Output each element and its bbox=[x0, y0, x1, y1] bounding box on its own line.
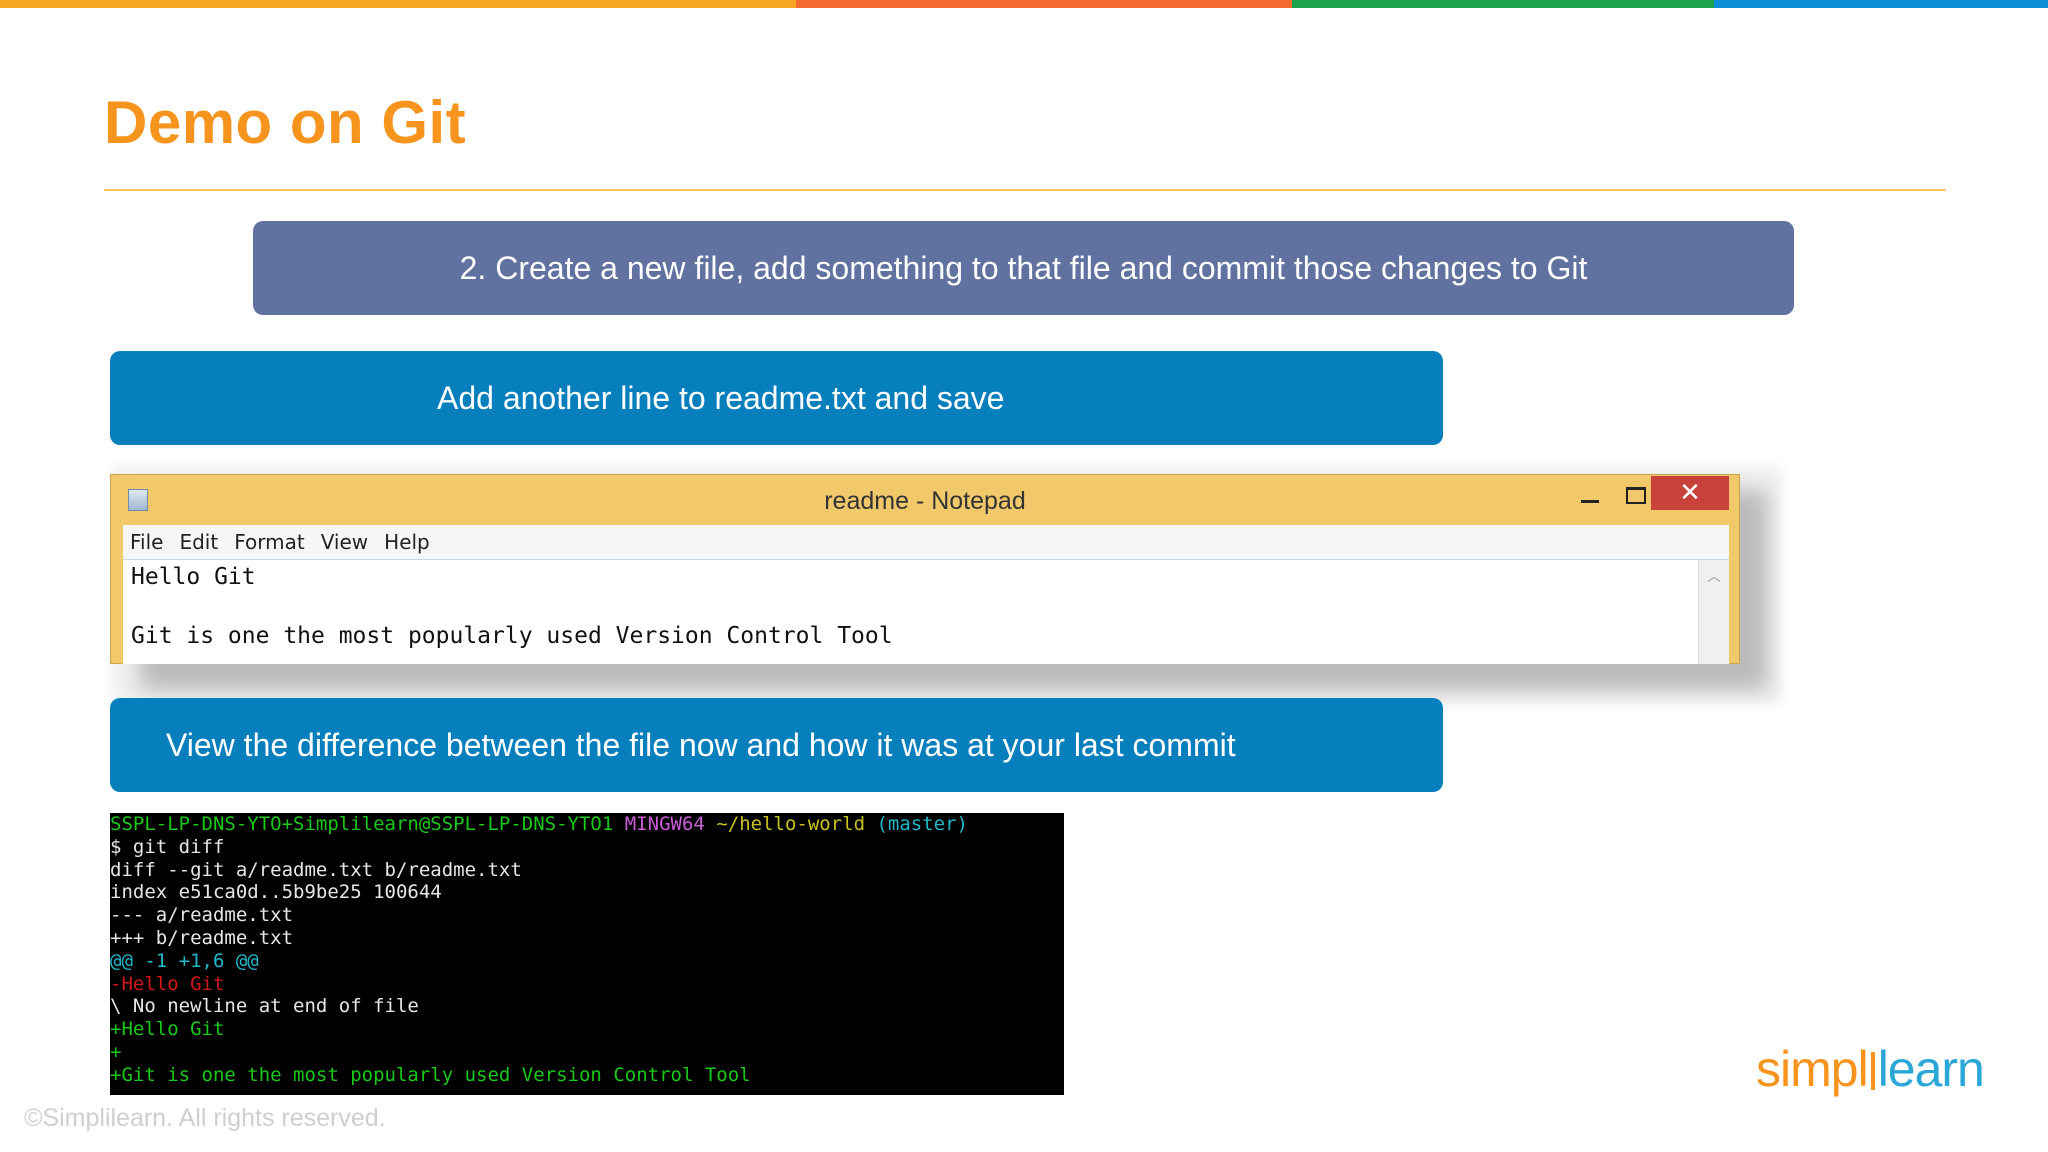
terminal-no-newline: \ No newline at end of file bbox=[110, 995, 419, 1018]
menu-help[interactable]: Help bbox=[384, 530, 430, 554]
simplilearn-logo: simpl learn bbox=[1756, 1041, 1985, 1097]
step-banner: 2. Create a new file, add something to t… bbox=[253, 221, 1794, 315]
minimize-icon[interactable] bbox=[1571, 479, 1607, 509]
notepad-window: readme - Notepad ✕ File Edit Format View… bbox=[110, 474, 1740, 664]
terminal-line: index e51ca0d..5b9be25 100644 bbox=[110, 881, 442, 904]
instruction-text-1: Add another line to readme.txt and save bbox=[437, 379, 1005, 416]
title-divider bbox=[104, 189, 1946, 191]
menu-view[interactable]: View bbox=[321, 530, 368, 554]
instruction-text-2: View the difference between the file now… bbox=[166, 726, 1236, 763]
instruction-box-1: Add another line to readme.txt and save bbox=[110, 351, 1443, 445]
terminal-added-line: + bbox=[110, 1040, 122, 1063]
instruction-box-2: View the difference between the file now… bbox=[110, 698, 1443, 792]
terminal-added-line: +Git is one the most popularly used Vers… bbox=[110, 1063, 751, 1086]
scroll-up-icon[interactable]: ︿ bbox=[1707, 566, 1721, 585]
terminal-line: --- a/readme.txt bbox=[110, 904, 294, 927]
terminal-hunk-header: @@ -1 +1,6 @@ bbox=[110, 949, 259, 972]
notepad-text-area[interactable]: Hello Git Git is one the most popularly … bbox=[123, 560, 1729, 664]
menu-file[interactable]: File bbox=[130, 530, 163, 554]
terminal-added-line: +Hello Git bbox=[110, 1018, 225, 1041]
terminal-line: +++ b/readme.txt bbox=[110, 926, 294, 949]
maximize-icon[interactable] bbox=[1617, 479, 1653, 509]
prompt-path: ~/hello-world bbox=[716, 813, 866, 835]
prompt-env: MINGW64 bbox=[624, 813, 705, 835]
prompt-branch: (master) bbox=[876, 813, 968, 835]
menu-edit[interactable]: Edit bbox=[179, 530, 218, 554]
notepad-titlebar[interactable]: readme - Notepad ✕ bbox=[111, 475, 1739, 525]
notepad-title: readme - Notepad bbox=[824, 487, 1026, 515]
terminal-prompt: SSPL-LP-DNS-YTO+Simplilearn@SSPL-LP-DNS-… bbox=[110, 813, 1064, 836]
notepad-scrollbar[interactable]: ︿ bbox=[1698, 560, 1729, 664]
terminal-removed-line: -Hello Git bbox=[110, 972, 225, 995]
top-color-stripe bbox=[0, 0, 2048, 8]
notepad-line-1: Hello Git bbox=[131, 564, 256, 590]
slide-title: Demo on Git bbox=[104, 89, 467, 156]
step-banner-text: 2. Create a new file, add something to t… bbox=[459, 249, 1588, 286]
terminal-line: diff --git a/readme.txt b/readme.txt bbox=[110, 858, 522, 881]
terminal-command: $ git diff bbox=[110, 835, 225, 858]
notepad-line-3: Git is one the most popularly used Versi… bbox=[131, 623, 893, 649]
menu-format[interactable]: Format bbox=[234, 530, 304, 554]
prompt-user: SSPL-LP-DNS-YTO+Simplilearn@SSPL-LP-DNS-… bbox=[110, 813, 614, 835]
close-icon[interactable]: ✕ bbox=[1651, 476, 1729, 510]
terminal-window: SSPL-LP-DNS-YTO+Simplilearn@SSPL-LP-DNS-… bbox=[110, 813, 1064, 1095]
copyright-text: ©Simplilearn. All rights reserved. bbox=[24, 1104, 386, 1132]
notepad-menubar: File Edit Format View Help bbox=[123, 525, 1729, 560]
